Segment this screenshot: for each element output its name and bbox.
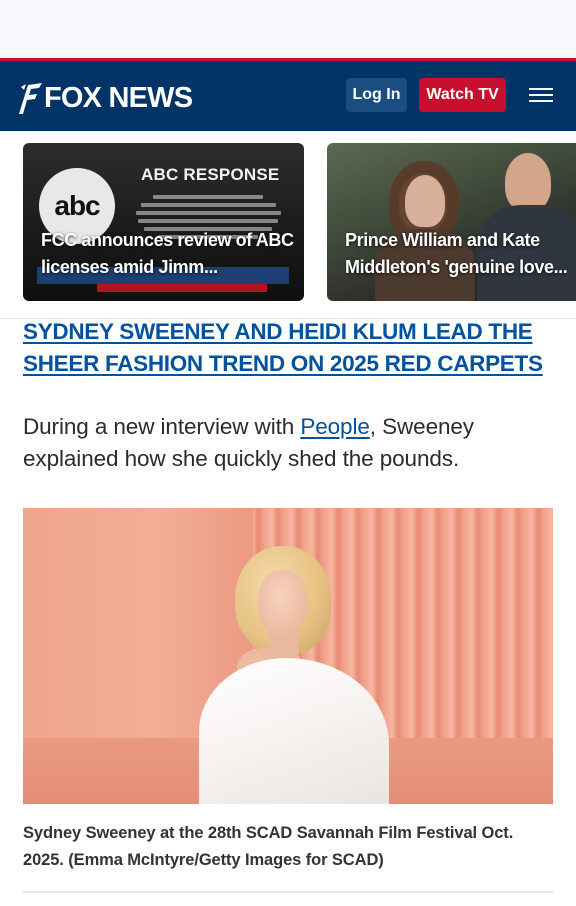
top-stories-carousel: abc ABC RESPONSE FCC announces review of… [0, 143, 576, 301]
logo-text: FOX NEWS [44, 82, 193, 114]
story-card-caption: FCC announces review of ABC licenses ami… [41, 230, 294, 277]
photo-person-william [505, 153, 551, 211]
photo-person-kate-face [405, 175, 445, 227]
related-article-link[interactable]: SYDNEY SWEENEY AND HEIDI KLUM LEAD THE S… [23, 316, 553, 380]
people-magazine-link[interactable]: People [300, 414, 370, 439]
login-button[interactable]: Log In [346, 78, 407, 112]
abc-logo-text: abc [54, 190, 100, 221]
hamburger-menu-icon[interactable] [529, 88, 553, 104]
article-photo[interactable] [23, 508, 553, 804]
ad-space [0, 0, 576, 58]
abc-response-graphic-title: ABC RESPONSE [141, 165, 280, 184]
paragraph-text-before: During a new interview with [23, 414, 301, 439]
fox-news-logo[interactable]: FOX NEWS [17, 81, 193, 115]
story-card-royals[interactable]: Prince William and Kate Middleton's 'gen… [327, 143, 576, 301]
photo-subject-face [258, 570, 308, 636]
site-header: FOX NEWS Log In Watch TV [0, 58, 576, 131]
story-card-fcc-abc[interactable]: abc ABC RESPONSE FCC announces review of… [23, 143, 304, 301]
fox-logo-mark-icon [19, 83, 42, 114]
article-paragraph: During a new interview with People, Swee… [23, 411, 553, 475]
photo-subject-dress [199, 658, 389, 804]
watch-tv-button[interactable]: Watch TV [419, 78, 506, 112]
story-card-caption: Prince William and Kate Middleton's 'gen… [345, 230, 568, 277]
photo-caption: Sydney Sweeney at the 28th SCAD Savannah… [23, 824, 514, 869]
divider [23, 891, 553, 893]
